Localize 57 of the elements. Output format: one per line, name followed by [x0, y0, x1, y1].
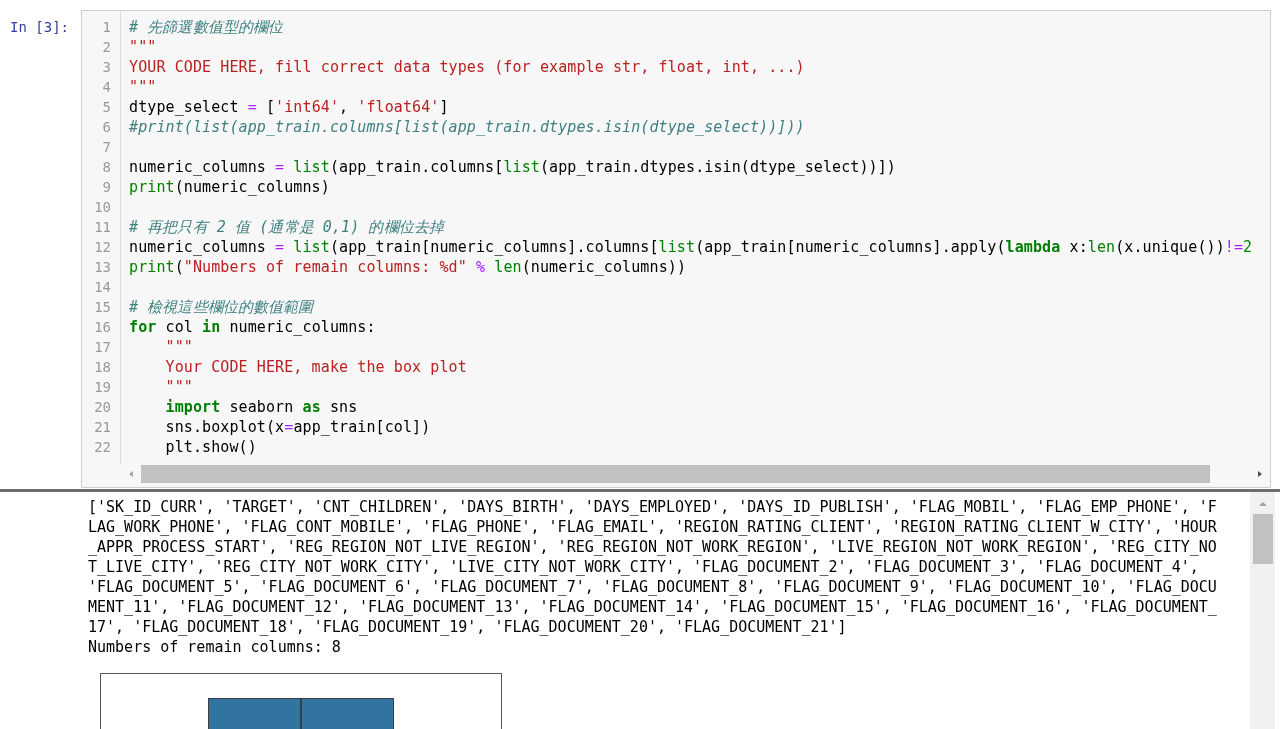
code-line: """ [164, 337, 193, 357]
line-number: 21 [93, 418, 112, 437]
code-cell[interactable] [81, 10, 1271, 488]
line-number: 10 [93, 198, 112, 217]
line-number: 5 [101, 98, 112, 117]
code-line: print(numeric_columns) [129, 177, 330, 197]
line-number: 2 [101, 38, 112, 57]
output-line: 17', 'FLAG_DOCUMENT_18', 'FLAG_DOCUMENT_19', 'FLAG_DOCUMENT_20', 'FLAG_DOCUMENT_21'] [88, 617, 848, 637]
line-number: 9 [101, 178, 112, 197]
line-number: 18 [93, 358, 112, 377]
output-line: MENT_11', 'FLAG_DOCUMENT_12', 'FLAG_DOCUMENT_13', 'FLAG_DOCUMENT_14', 'FLAG_DOCUMENT_15', 'FLAG_DOCUMENT_16', 'FLAG_DOCUMENT_ [88, 597, 1218, 617]
line-number: 13 [93, 258, 112, 277]
line-number: 7 [101, 138, 112, 157]
code-line: """ [129, 37, 157, 57]
input-prompt: In [3]: [9, 18, 70, 37]
output-line: T_LIVE_CITY', 'REG_CITY_NOT_WORK_CITY', 'LIVE_CITY_NOT_WORK_CITY', 'FLAG_DOCUMENT_2', 'FLAG_DOCUMENT_3', 'FLAG_DOCUMENT_4', [88, 557, 1200, 577]
scrollbar-thumb[interactable] [141, 465, 1210, 483]
scrollbar-thumb[interactable] [1252, 514, 1273, 564]
line-number: 8 [101, 158, 112, 177]
code-line: for col in numeric_columns: [129, 317, 376, 337]
line-number: 16 [93, 318, 112, 337]
line-number: 1 [101, 18, 112, 37]
line-number: 19 [93, 378, 112, 397]
code-line: YOUR CODE HERE, fill correct data types (for example str, float, int, ...) [129, 57, 805, 77]
code-line: # 再把只有 2 值 (通常是 0,1) 的欄位去掉 [129, 217, 444, 237]
code-line: Your CODE HERE, make the box plot [164, 357, 467, 377]
line-number: 20 [93, 398, 112, 417]
line-number: 22 [93, 438, 112, 457]
code-line: """ [129, 77, 157, 97]
output-line: _APPR_PROCESS_START', 'REG_REGION_NOT_LIVE_REGION', 'REG_REGION_NOT_WORK_REGION', 'LIVE_REGION_NOT_WORK_REGION', 'REG_CITY_NO [88, 537, 1218, 557]
line-number: 6 [101, 118, 112, 137]
code-line: numeric_columns = list(app_train.columns[list(app_train.dtypes.isin(dtype_select))]) [129, 157, 896, 177]
code-line: # 先篩選數值型的欄位 [129, 17, 284, 37]
code-line: print("Numbers of remain columns: %d" % len(numeric_columns)) [129, 257, 687, 277]
vertical-scrollbar[interactable] [1250, 492, 1275, 729]
code-line: numeric_columns = list(app_train[numeric_columns].columns[list(app_train[numeric_columns].apply(lambda x:len(x.unique())!=2 [129, 237, 1253, 257]
line-number: 3 [101, 58, 112, 77]
line-number: 15 [93, 298, 112, 317]
line-number: 17 [93, 338, 112, 357]
code-line: sns.boxplot(x=app_train[col]) [164, 417, 431, 437]
output-line: LAG_WORK_PHONE', 'FLAG_CONT_MOBILE', 'FLAG_PHONE', 'FLAG_EMAIL', 'REGION_RATING_CLIENT', 'REGION_RATING_CLIENT_W_CITY', 'HOUR [88, 517, 1218, 537]
scroll-left-icon[interactable] [127, 470, 135, 478]
line-number: 14 [93, 278, 112, 297]
line-number: 12 [93, 238, 112, 257]
output-line: 'FLAG_DOCUMENT_5', 'FLAG_DOCUMENT_6', 'FLAG_DOCUMENT_7', 'FLAG_DOCUMENT_8', 'FLAG_DOCUMENT_9', 'FLAG_DOCUMENT_10', 'FLAG_DOCU [88, 577, 1218, 597]
code-line: import seaborn as sns [164, 397, 358, 417]
code-line: dtype_select = ['int64', 'float64'] [129, 97, 449, 117]
code-line: # 檢視這些欄位的數值範圍 [129, 297, 314, 317]
line-number: 11 [93, 218, 112, 237]
code-line: #print(list(app_train.columns[list(app_train.dtypes.isin(dtype_select))])) [129, 117, 805, 137]
output-line: ['SK_ID_CURR', 'TARGET', 'CNT_CHILDREN', 'DAYS_BIRTH', 'DAYS_EMPLOYED', 'DAYS_ID_PUBLISH', 'FLAG_MOBIL', 'FLAG_EMP_PHONE', 'F [88, 497, 1218, 517]
code-line: plt.show() [164, 437, 257, 457]
code-line: """ [164, 377, 193, 397]
scroll-right-icon[interactable] [1256, 470, 1264, 478]
scroll-up-icon[interactable] [1257, 500, 1268, 508]
line-number: 4 [101, 78, 112, 97]
output-line: Numbers of remain columns: 8 [88, 637, 342, 657]
